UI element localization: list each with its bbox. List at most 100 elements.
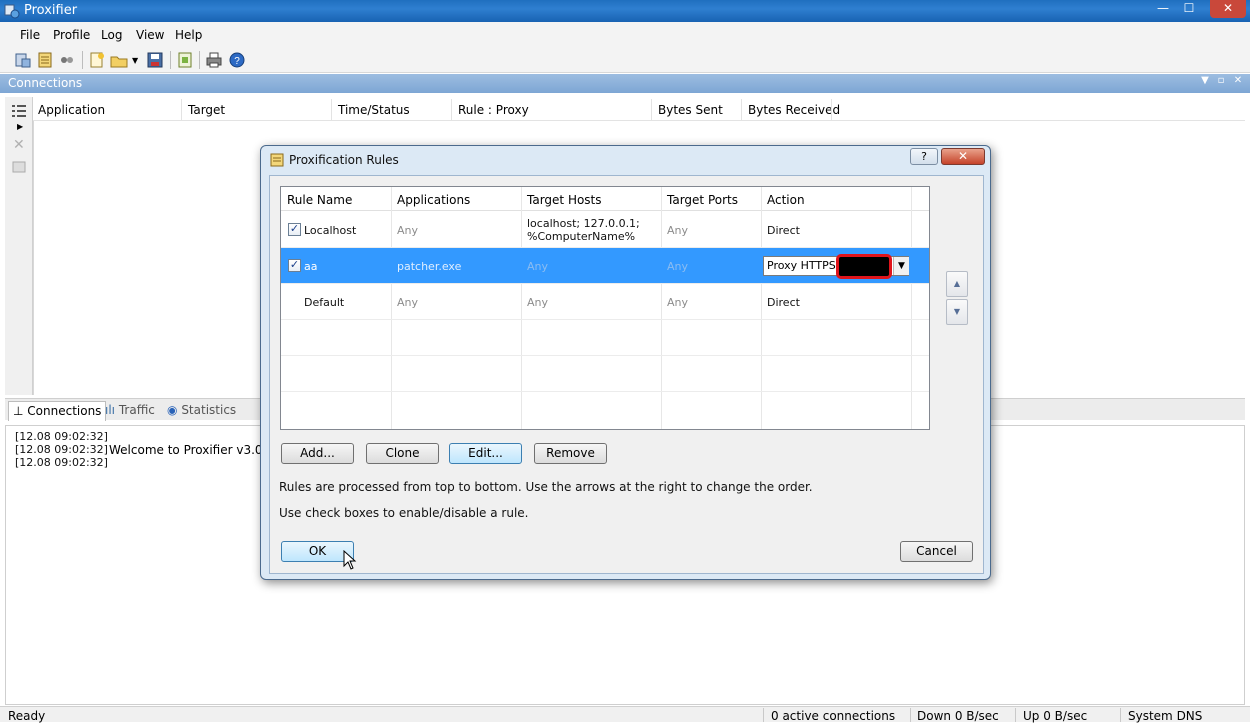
rule-row-aa[interactable]: ✓ aa patcher.exe Any Any Proxy HTTPS 1 ▼ xyxy=(281,248,929,284)
statistics-icon: ◉ xyxy=(167,403,178,417)
menu-file[interactable]: File xyxy=(20,28,40,42)
rule-target-hosts: Any xyxy=(527,260,549,273)
rule-applications: Any xyxy=(397,296,419,309)
rule-action: Direct xyxy=(767,224,800,237)
dialog-close-button[interactable]: ✕ xyxy=(941,148,985,165)
window-title: Proxifier xyxy=(24,3,78,18)
proxy-servers-icon[interactable] xyxy=(14,51,32,69)
column-divider xyxy=(451,99,452,121)
move-rule-down-button[interactable]: ▼ xyxy=(946,299,968,325)
new-profile-icon[interactable] xyxy=(88,51,106,69)
edit-rule-button[interactable]: Edit... xyxy=(449,443,522,464)
rules-dialog-icon xyxy=(270,153,284,167)
dialog-body: Rule Name Applications Target Hosts Targ… xyxy=(269,175,984,574)
menu-help[interactable]: Help xyxy=(175,28,202,42)
add-rule-button[interactable]: Add... xyxy=(281,443,354,464)
close-button[interactable]: ✕ xyxy=(1210,0,1246,18)
proxification-rules-icon[interactable] xyxy=(36,51,54,69)
checkbox-hint: Use check boxes to enable/disable a rule… xyxy=(279,506,529,520)
connections-side-toolbar: ▶ ✕ xyxy=(5,97,33,395)
traffic-icon: ılı xyxy=(105,403,116,417)
status-active-connections: 0 active connections xyxy=(771,709,896,723)
rules-order-hint: Rules are processed from top to bottom. … xyxy=(279,480,813,494)
rule-applications: patcher.exe xyxy=(397,260,462,273)
connection-details-icon[interactable] xyxy=(11,159,27,175)
column-divider xyxy=(181,99,182,121)
rule-name: Default xyxy=(304,296,345,309)
tab-connections[interactable]: ⊥ Connections xyxy=(8,401,107,421)
rule-name: aa xyxy=(304,260,318,273)
menu-view[interactable]: View xyxy=(136,28,164,42)
rule-action-dropdown[interactable]: Proxy HTTPS 1 ▼ xyxy=(763,254,909,279)
rule-row-localhost[interactable]: ✓ Localhost Any localhost; 127.0.0.1; %C… xyxy=(281,212,929,248)
clone-rule-button[interactable]: Clone xyxy=(366,443,439,464)
save-profile-icon[interactable] xyxy=(146,51,164,69)
toolbar-separator xyxy=(170,51,171,69)
connections-panel-title: Connections xyxy=(8,76,83,90)
rule-action: Direct xyxy=(767,296,800,309)
close-connection-icon[interactable]: ✕ xyxy=(13,137,25,153)
mouse-cursor-icon xyxy=(343,550,357,570)
column-header-rule-name[interactable]: Rule Name xyxy=(287,193,352,207)
menu-bar: File Profile Log View Help xyxy=(0,22,1250,48)
rule-target-ports: Any xyxy=(667,224,689,237)
proxifier-app-icon xyxy=(4,4,20,19)
rule-target-hosts: Any xyxy=(527,296,549,309)
cancel-button[interactable]: Cancel xyxy=(900,541,973,562)
rule-name: Localhost xyxy=(304,224,357,237)
chevron-down-icon[interactable]: ▼ xyxy=(893,257,909,275)
rule-enabled-checkbox[interactable]: ✓ xyxy=(288,259,301,272)
dialog-title: Proxification Rules xyxy=(289,153,399,167)
rules-grid[interactable]: Rule Name Applications Target Hosts Targ… xyxy=(280,186,930,430)
status-divider xyxy=(910,708,911,722)
print-icon[interactable] xyxy=(205,51,223,69)
status-divider xyxy=(1015,708,1016,722)
open-profile-icon[interactable] xyxy=(110,51,128,69)
rules-grid-header: Rule Name Applications Target Hosts Targ… xyxy=(281,187,929,211)
toolbar-separator xyxy=(199,51,200,69)
rule-target-ports: Any xyxy=(667,260,689,273)
minimize-button[interactable]: — xyxy=(1150,0,1176,18)
expand-arrow-icon[interactable]: ▶ xyxy=(17,122,23,131)
tab-label: Statistics xyxy=(181,403,237,417)
dialog-help-button[interactable]: ? xyxy=(910,148,938,165)
proxification-rules-dialog: Proxification Rules ? ✕ Rule Name Applic… xyxy=(260,145,991,580)
status-divider xyxy=(1120,708,1121,722)
column-header-action[interactable]: Action xyxy=(767,193,805,207)
remove-rule-button[interactable]: Remove xyxy=(534,443,607,464)
column-divider xyxy=(741,99,742,121)
status-dns: System DNS xyxy=(1128,709,1203,723)
menu-profile[interactable]: Profile xyxy=(53,28,90,42)
tab-traffic[interactable]: ılı Traffic xyxy=(101,401,159,421)
move-rule-up-button[interactable]: ▲ xyxy=(946,271,968,297)
help-icon[interactable]: ? xyxy=(228,51,246,69)
column-header-applications[interactable]: Applications xyxy=(397,193,470,207)
column-divider xyxy=(651,99,652,121)
redaction-box xyxy=(836,254,892,279)
tab-statistics[interactable]: ◉ Statistics xyxy=(163,401,240,421)
empty-row xyxy=(281,320,929,356)
rule-target-hosts-line2: %ComputerName% xyxy=(527,230,636,243)
connections-panel-header: Connections ▼ ▫ ✕ xyxy=(0,74,1250,93)
panel-pin-icon[interactable]: ▫ xyxy=(1214,75,1228,91)
toolbar-separator xyxy=(82,51,83,69)
log-timestamp: [12.08 09:02:32] xyxy=(15,443,108,456)
menu-log[interactable]: Log xyxy=(101,28,122,42)
columns-list-icon[interactable] xyxy=(11,103,27,119)
connections-icon: ⊥ xyxy=(13,404,24,418)
rule-row-default[interactable]: Default Any Any Any Direct xyxy=(281,284,929,320)
panel-menu-icon[interactable]: ▼ xyxy=(1198,75,1212,91)
column-header-target-hosts[interactable]: Target Hosts xyxy=(527,193,602,207)
maximize-button[interactable]: ☐ xyxy=(1176,0,1202,18)
rule-action-value: Proxy HTTPS 1 xyxy=(767,259,847,272)
connections-list-header: Application Target Time/Status Rule : Pr… xyxy=(33,99,1245,121)
open-profile-dropdown-icon[interactable]: ▼ xyxy=(132,56,138,65)
toolbar: ▼ ? xyxy=(0,48,1250,73)
empty-row xyxy=(281,356,929,392)
name-resolution-icon[interactable] xyxy=(58,51,76,69)
panel-close-icon[interactable]: ✕ xyxy=(1231,75,1245,91)
profile-settings-icon[interactable] xyxy=(176,51,194,69)
column-header-target-ports[interactable]: Target Ports xyxy=(667,193,738,207)
log-timestamp: [12.08 09:02:32] xyxy=(15,456,108,469)
rule-enabled-checkbox[interactable]: ✓ xyxy=(288,223,301,236)
